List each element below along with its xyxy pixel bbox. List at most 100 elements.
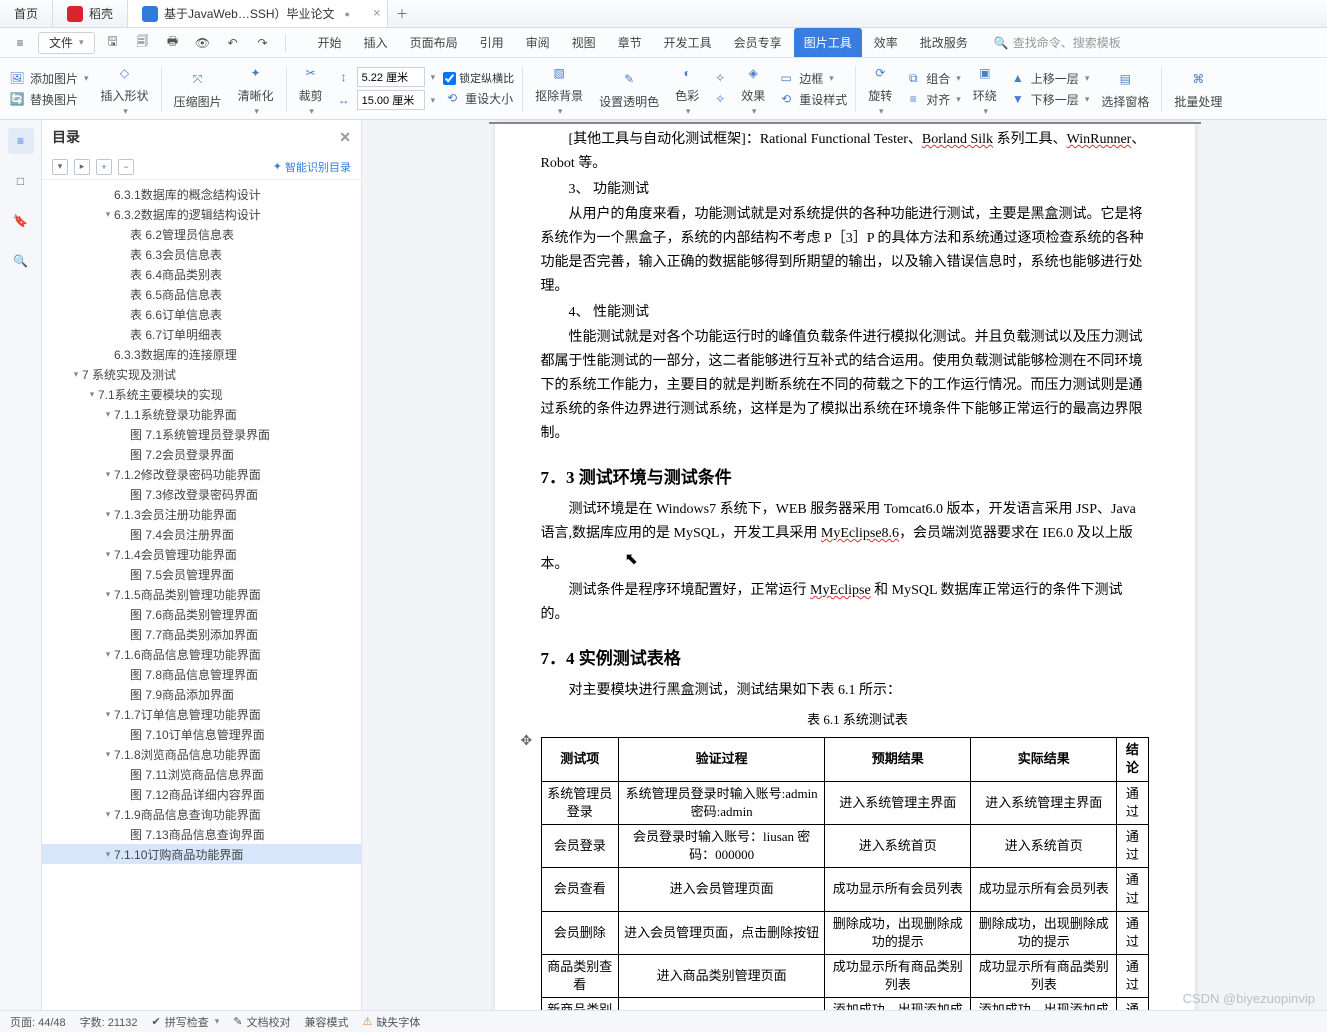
outline-item[interactable]: ▾7 系统实现及测试 xyxy=(42,364,361,384)
status-spellcheck[interactable]: ✔拼写检查▾ xyxy=(152,1014,220,1030)
effect-button[interactable]: ◈效果▾ xyxy=(737,61,769,117)
rail-search-button[interactable]: 🔍 xyxy=(8,248,34,274)
outline-close-icon[interactable]: ✕ xyxy=(339,129,351,146)
combine-button[interactable]: ⧉组合▾ xyxy=(904,69,961,87)
outline-collapse-all-icon[interactable]: ▸ xyxy=(74,159,90,175)
outline-item[interactable]: ▾7.1.1系统登录功能界面 xyxy=(42,404,361,424)
rotate-button[interactable]: ⟳旋转▾ xyxy=(864,61,896,117)
outline-item[interactable]: 图 7.3修改登录密码界面 xyxy=(42,484,361,504)
lock-ratio-input[interactable] xyxy=(443,72,456,85)
batch-process-button[interactable]: ⌘批量处理 xyxy=(1170,67,1226,110)
twisty-icon[interactable]: ▾ xyxy=(102,589,114,600)
align-button[interactable]: ≡对齐▾ xyxy=(904,90,961,108)
command-search[interactable]: 🔍 查找命令、搜索模板 xyxy=(994,32,1121,54)
outline-item[interactable]: 表 6.6订单信息表 xyxy=(42,304,361,324)
status-words[interactable]: 字数: 21132 xyxy=(80,1014,138,1030)
clarify-button[interactable]: ✦清晰化▾ xyxy=(234,61,278,117)
outline-item[interactable]: 图 7.5会员管理界面 xyxy=(42,564,361,584)
new-tab-button[interactable]: ＋ xyxy=(388,0,416,27)
outline-item[interactable]: 图 7.11浏览商品信息界面 xyxy=(42,764,361,784)
outline-item[interactable]: 图 7.13商品信息查询界面 xyxy=(42,824,361,844)
outline-item[interactable]: 图 7.4会员注册界面 xyxy=(42,524,361,544)
twisty-icon[interactable]: ▾ xyxy=(102,709,114,720)
remove-bg-button[interactable]: ▧抠除背景▾ xyxy=(531,61,587,117)
effect-preset-2[interactable]: ✧ xyxy=(711,90,729,108)
outline-item[interactable]: ▾7.1系统主要模块的实现 xyxy=(42,384,361,404)
print-preview-icon[interactable]: 👁 xyxy=(191,31,215,55)
rail-nav-button[interactable]: □ xyxy=(8,168,34,194)
outline-item[interactable]: 图 7.7商品类别添加界面 xyxy=(42,624,361,644)
status-missing-font[interactable]: ⚠缺失字体 xyxy=(363,1014,421,1030)
outline-plus-icon[interactable]: + xyxy=(96,159,112,175)
tab-reference[interactable]: 引用 xyxy=(470,28,514,57)
redo-icon[interactable]: ↷ xyxy=(251,31,275,55)
outline-item[interactable]: ▾7.1.8浏览商品信息功能界面 xyxy=(42,744,361,764)
outline-minus-icon[interactable]: − xyxy=(118,159,134,175)
border-button[interactable]: ▭边框▾ xyxy=(777,69,847,87)
twisty-icon[interactable]: ▾ xyxy=(102,509,114,520)
outline-item[interactable]: 表 6.2管理员信息表 xyxy=(42,224,361,244)
outline-item[interactable]: ▾7.1.4会员管理功能界面 xyxy=(42,544,361,564)
twisty-icon[interactable]: ▾ xyxy=(102,209,114,220)
effect-preset-1[interactable]: ✧ xyxy=(711,69,729,87)
tab-document[interactable]: 基于JavaWeb…SSH）毕业论文 ● ✕ xyxy=(128,0,388,27)
color-button[interactable]: ◐色彩▾ xyxy=(671,61,703,117)
twisty-icon[interactable]: ▾ xyxy=(102,409,114,420)
table-move-handle-icon[interactable]: ✥ xyxy=(521,733,533,750)
outline-item[interactable]: 表 6.5商品信息表 xyxy=(42,284,361,304)
add-picture-button[interactable]: 🖼添加图片▾ xyxy=(8,69,89,87)
tab-chapter[interactable]: 章节 xyxy=(608,28,652,57)
tab-efficiency[interactable]: 效率 xyxy=(864,28,908,57)
move-down-layer-button[interactable]: ▼下移一层▾ xyxy=(1009,90,1090,108)
tab-start[interactable]: 开始 xyxy=(308,28,352,57)
twisty-icon[interactable]: ▾ xyxy=(102,469,114,480)
close-icon[interactable]: ✕ xyxy=(373,8,381,19)
outline-list[interactable]: 6.3.1数据库的概念结构设计▾6.3.2数据库的逻辑结构设计表 6.2管理员信… xyxy=(42,180,361,1010)
status-page[interactable]: 页面: 44/48 xyxy=(10,1014,66,1030)
lock-ratio-checkbox[interactable]: 锁定纵横比 xyxy=(443,70,514,86)
compress-picture-button[interactable]: ⤧压缩图片 xyxy=(170,67,226,110)
outline-item[interactable]: 图 7.6商品类别管理界面 xyxy=(42,604,361,624)
outline-item[interactable]: 图 7.10订单信息管理界面 xyxy=(42,724,361,744)
outline-expand-all-icon[interactable]: ▾ xyxy=(52,159,68,175)
outline-item[interactable]: 图 7.1系统管理员登录界面 xyxy=(42,424,361,444)
replace-picture-button[interactable]: 🔄替换图片 xyxy=(8,90,89,108)
tab-view[interactable]: 视图 xyxy=(562,28,606,57)
twisty-icon[interactable]: ▾ xyxy=(102,849,114,860)
tab-review[interactable]: 审阅 xyxy=(516,28,560,57)
selection-pane-button[interactable]: ▤选择窗格 xyxy=(1097,67,1153,110)
tab-devtools[interactable]: 开发工具 xyxy=(654,28,722,57)
twisty-icon[interactable]: ▾ xyxy=(102,749,114,760)
set-transparent-button[interactable]: ✎设置透明色 xyxy=(595,67,663,110)
outline-item[interactable]: 6.3.3数据库的连接原理 xyxy=(42,344,361,364)
outline-item[interactable]: 表 6.4商品类别表 xyxy=(42,264,361,284)
outline-item[interactable]: 图 7.12商品详细内容界面 xyxy=(42,784,361,804)
outline-item[interactable]: 图 7.9商品添加界面 xyxy=(42,684,361,704)
twisty-icon[interactable]: ▾ xyxy=(70,369,82,380)
outline-item[interactable]: ▾7.1.10订购商品功能界面 xyxy=(42,844,361,864)
outline-item[interactable]: ▾7.1.7订单信息管理功能界面 xyxy=(42,704,361,724)
outline-item[interactable]: ▾7.1.2修改登录密码功能界面 xyxy=(42,464,361,484)
tab-page-layout[interactable]: 页面布局 xyxy=(400,28,468,57)
smart-recognize-button[interactable]: ✦智能识别目录 xyxy=(273,159,351,175)
hamburger-icon[interactable]: ≡ xyxy=(8,31,32,55)
twisty-icon[interactable]: ▾ xyxy=(102,649,114,660)
tab-dake[interactable]: 稻壳 xyxy=(53,0,128,27)
tab-home[interactable]: 首页 xyxy=(0,0,53,27)
document-viewport[interactable]: [其他工具与自动化测试框架]：Rational Functional Teste… xyxy=(362,120,1327,1010)
height-input[interactable] xyxy=(357,67,425,87)
insert-shape-button[interactable]: ◇插入形状▾ xyxy=(97,61,153,117)
outline-item[interactable]: 图 7.8商品信息管理界面 xyxy=(42,664,361,684)
outline-item[interactable]: 6.3.1数据库的概念结构设计 xyxy=(42,184,361,204)
status-proofread[interactable]: ✎文档校对 xyxy=(233,1014,290,1030)
outline-item[interactable]: 表 6.3会员信息表 xyxy=(42,244,361,264)
tab-picture-tools[interactable]: 图片工具 xyxy=(794,28,862,57)
outline-item[interactable]: ▾7.1.5商品类别管理功能界面 xyxy=(42,584,361,604)
rail-bookmark-button[interactable]: 🔖 xyxy=(8,208,34,234)
tab-correction[interactable]: 批改服务 xyxy=(910,28,978,57)
twisty-icon[interactable]: ▾ xyxy=(102,809,114,820)
file-menu[interactable]: 文件▾ xyxy=(38,32,95,54)
save-icon[interactable]: 🖫 xyxy=(101,31,125,55)
reset-size-button[interactable]: ⟲重设大小 xyxy=(443,89,514,107)
tab-member[interactable]: 会员专享 xyxy=(724,28,792,57)
